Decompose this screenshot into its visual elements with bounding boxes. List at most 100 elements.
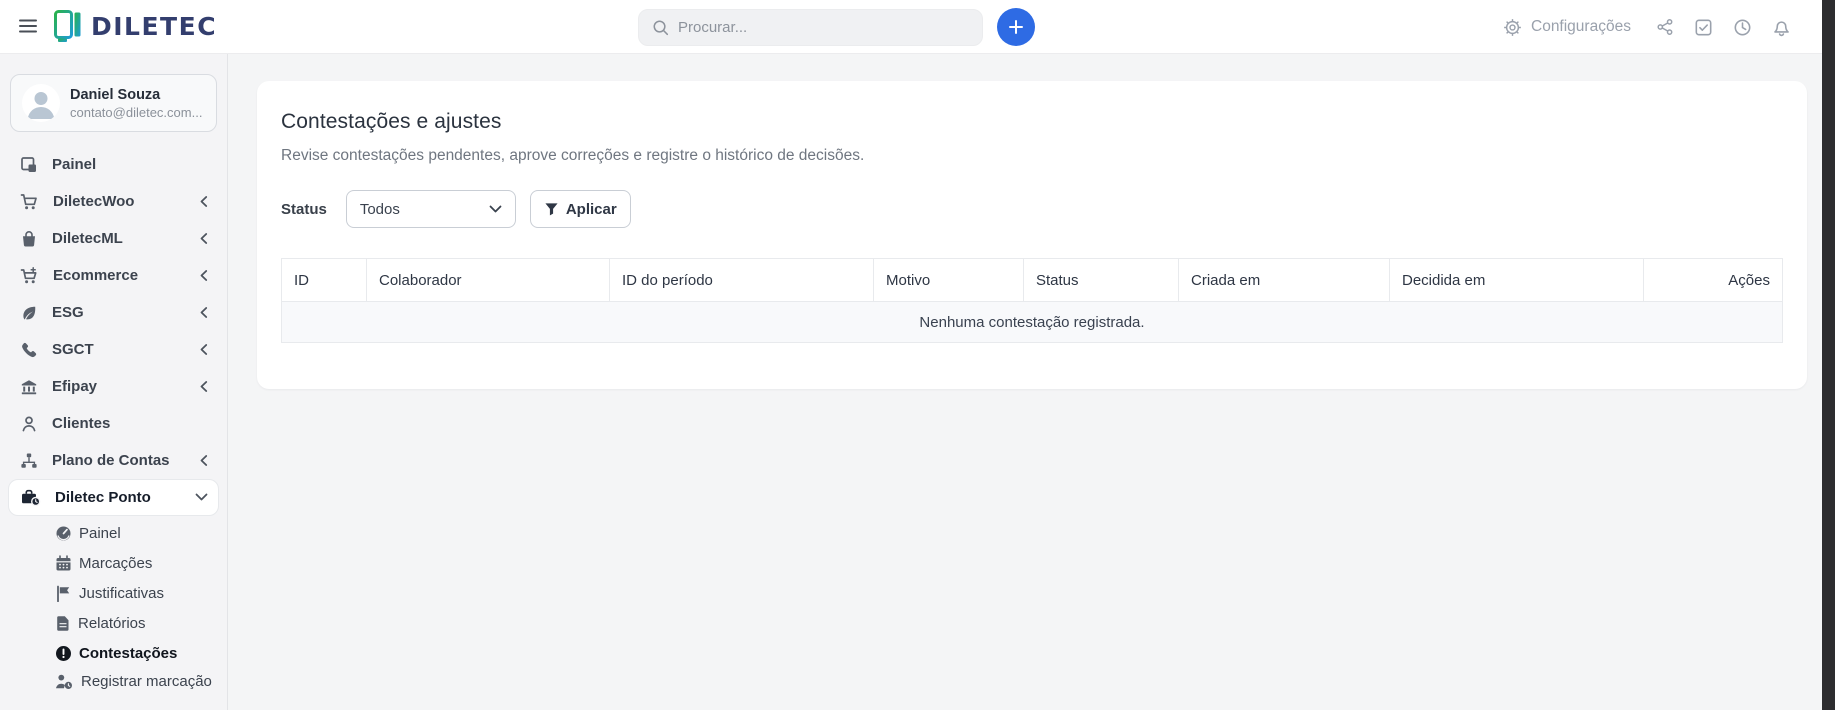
- leaf-icon: [20, 304, 38, 322]
- sidebar-item-clientes[interactable]: Clientes: [8, 405, 219, 442]
- cart-plus-icon: [20, 267, 39, 285]
- share-button[interactable]: [1656, 18, 1674, 36]
- profile-name: Daniel Souza: [70, 87, 202, 103]
- scrollbar[interactable]: [1822, 0, 1835, 710]
- settings-label: Configurações: [1531, 18, 1631, 36]
- status-select-value: Todos: [360, 201, 400, 218]
- status-filter-label: Status: [281, 201, 327, 218]
- person-icon: [20, 415, 38, 433]
- apply-filter-label: Aplicar: [566, 201, 617, 218]
- sidebar-item-label: Clientes: [52, 415, 110, 432]
- sidebar-item-sgct[interactable]: SGCT: [8, 331, 219, 368]
- sidebar-item-diletec-ponto[interactable]: Diletec Ponto: [8, 479, 219, 516]
- clock-icon: [1733, 18, 1752, 37]
- sidebar-item-label: DiletecML: [52, 230, 123, 247]
- filter-row: Status Todos Aplicar: [281, 190, 1783, 228]
- sidebar: Daniel Souza contato@diletec.com... Pain…: [0, 54, 228, 710]
- search-input[interactable]: [678, 19, 969, 36]
- sidebar-subitem-label: Relatórios: [78, 615, 146, 632]
- sidebar-subitem-contestacoes[interactable]: Contestações: [8, 638, 219, 668]
- chevron-left-icon: [199, 454, 209, 467]
- sidebar-item-painel[interactable]: Painel: [8, 146, 219, 183]
- sidebar-item-efipay[interactable]: Efipay: [8, 368, 219, 405]
- filter-icon: [544, 202, 559, 216]
- chevron-left-icon: [199, 232, 209, 245]
- sidebar-item-label: Ecommerce: [53, 267, 138, 284]
- sidebar-item-diletecml[interactable]: DiletecML: [8, 220, 219, 257]
- sidebar-subitem-label: Justificativas: [79, 585, 164, 602]
- sidebar-subitem-label: Painel: [79, 525, 121, 542]
- contestations-card: Contestações e ajustes Revise contestaçõ…: [257, 81, 1807, 389]
- bell-icon: [1772, 18, 1791, 37]
- column-header-status: Status: [1024, 259, 1179, 302]
- sidebar-subitem-painel[interactable]: Painel: [8, 518, 219, 548]
- sidebar-subitem-justificativas[interactable]: Justificativas: [8, 578, 219, 608]
- sidebar-subitem-label: Registrar marcação: [81, 673, 212, 690]
- main-content: Contestações e ajustes Revise contestaçõ…: [228, 54, 1835, 710]
- column-header-decidida-em: Decidida em: [1390, 259, 1644, 302]
- check-square-button[interactable]: [1694, 18, 1713, 37]
- column-header-id: ID: [282, 259, 367, 302]
- sidebar-item-label: SGCT: [52, 341, 94, 358]
- contestations-table-wrap: IDColaboradorID do períodoMotivoStatusCr…: [281, 258, 1783, 343]
- hamburger-icon: [18, 18, 38, 34]
- header-action-icons: [1656, 0, 1791, 54]
- sidebar-subitem-relatorios[interactable]: Relatórios: [8, 608, 219, 638]
- sidebar-item-plano-de-contas[interactable]: Plano de Contas: [8, 442, 219, 479]
- chevron-left-icon: [199, 306, 209, 319]
- chevron-down-icon: [195, 493, 208, 502]
- column-header-motivo: Motivo: [874, 259, 1024, 302]
- app-header: DILETEC Configurações: [0, 0, 1835, 54]
- page-subtitle: Revise contestações pendentes, aprove co…: [281, 147, 1783, 165]
- bag-icon: [20, 230, 38, 248]
- contestations-table: IDColaboradorID do períodoMotivoStatusCr…: [281, 258, 1783, 343]
- search-icon: [652, 19, 669, 36]
- sidebar-item-ecommerce[interactable]: Ecommerce: [8, 257, 219, 294]
- sidebar-item-label: Painel: [52, 156, 96, 173]
- apply-filter-button[interactable]: Aplicar: [530, 190, 631, 228]
- hierarchy-icon: [20, 452, 38, 470]
- settings-button[interactable]: Configurações: [1503, 0, 1631, 54]
- sidebar-sublist: Painel Marcações Justificativas Relatórios C…: [8, 518, 219, 695]
- menu-toggle-button[interactable]: [18, 18, 38, 34]
- gauge-icon: [55, 525, 72, 542]
- chevron-left-icon: [199, 195, 209, 208]
- search-bar[interactable]: [638, 9, 983, 46]
- sidebar-item-label: Efipay: [52, 378, 97, 395]
- profile-email: contato@diletec.com...: [70, 105, 202, 120]
- column-header-acoes: Ações: [1644, 259, 1783, 302]
- chevron-left-icon: [199, 269, 209, 282]
- logo-text: DILETEC: [91, 12, 217, 41]
- calendar-icon: [55, 555, 72, 572]
- user-profile-card[interactable]: Daniel Souza contato@diletec.com...: [10, 74, 217, 132]
- sidebar-item-label: Plano de Contas: [52, 452, 170, 469]
- page-title: Contestações e ajustes: [281, 110, 1783, 134]
- chevron-left-icon: [199, 380, 209, 393]
- bell-button[interactable]: [1772, 18, 1791, 37]
- bank-icon: [20, 378, 38, 396]
- add-button[interactable]: [997, 8, 1035, 46]
- sidebar-item-label: Diletec Ponto: [55, 489, 151, 506]
- exclamation-circle-icon: [55, 645, 72, 662]
- plus-icon: [1007, 18, 1025, 36]
- table-empty-message: Nenhuma contestação registrada.: [282, 302, 1783, 343]
- status-select[interactable]: Todos: [346, 190, 516, 228]
- app-logo[interactable]: DILETEC: [54, 10, 217, 43]
- cart-icon: [20, 193, 39, 211]
- clock-button[interactable]: [1733, 18, 1752, 37]
- sidebar-subitem-registrar-marcacao[interactable]: Registrar marcação: [8, 668, 219, 695]
- phone-icon: [20, 341, 38, 359]
- sidebar-subitem-marcacoes[interactable]: Marcações: [8, 548, 219, 578]
- sidebar-item-diletecwoo[interactable]: DiletecWoo: [8, 183, 219, 220]
- chevron-down-icon: [489, 205, 502, 214]
- document-icon: [55, 615, 71, 632]
- avatar: [22, 84, 60, 122]
- dashboard-icon: [20, 156, 38, 174]
- table-empty-row: Nenhuma contestação registrada.: [282, 302, 1783, 343]
- sidebar-item-esg[interactable]: ESG: [8, 294, 219, 331]
- sidebar-subitem-label: Marcações: [79, 555, 152, 572]
- person-clock-icon: [55, 673, 74, 695]
- chevron-left-icon: [199, 343, 209, 356]
- sidebar-nav: Painel DiletecWoo DiletecML Ecommerce ESG SGC…: [0, 144, 227, 695]
- sidebar-item-label: ESG: [52, 304, 84, 321]
